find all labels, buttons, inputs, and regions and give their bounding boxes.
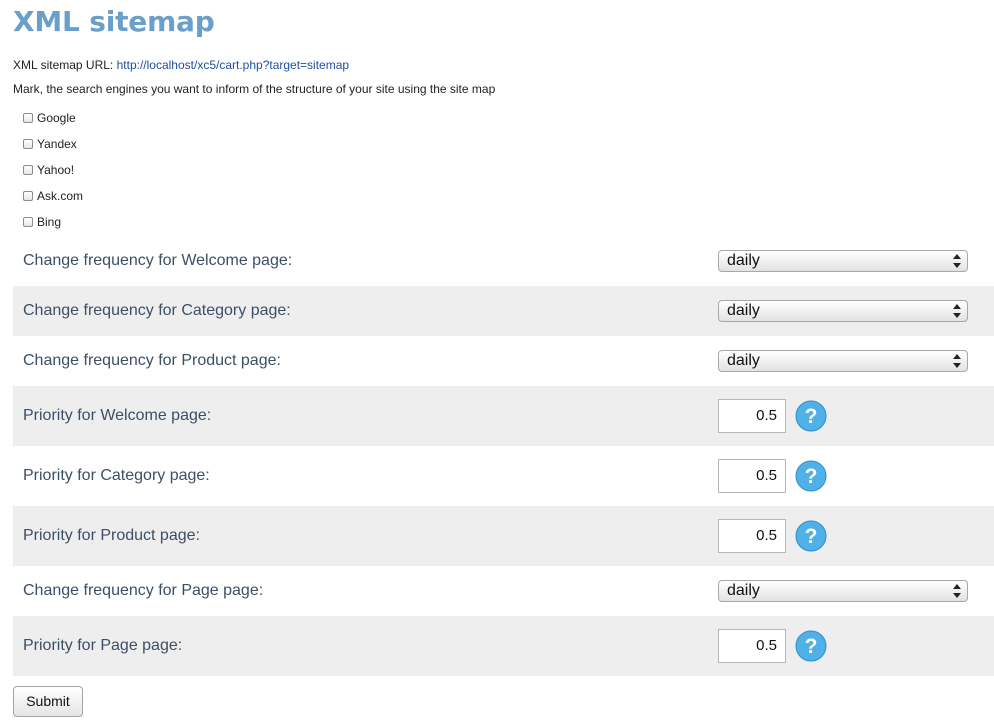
sitemap-url-line: XML sitemap URL: http://localhost/xc5/ca…	[13, 58, 349, 72]
ask-checkbox[interactable]	[23, 191, 33, 201]
setting-label: Priority for Welcome page:	[23, 407, 212, 424]
setting-label: Change frequency for Category page:	[23, 302, 291, 319]
product-frequency-select[interactable]: daily	[718, 350, 968, 372]
engine-yahoo[interactable]: Yahoo!	[23, 157, 83, 183]
yandex-checkbox[interactable]	[23, 139, 33, 149]
engine-label: Yandex	[37, 137, 77, 151]
svg-text:?: ?	[805, 635, 818, 658]
svg-text:?: ?	[805, 405, 818, 428]
setting-label: Priority for Product page:	[23, 527, 200, 544]
page-title: XML sitemap	[13, 5, 215, 38]
select-value: daily	[727, 352, 760, 369]
settings-row-welcome-frequency: Change frequency for Welcome page: daily	[13, 236, 994, 286]
settings-row-product-priority: Priority for Product page: 0.5 ?	[13, 506, 994, 566]
page-priority-input[interactable]: 0.5	[718, 629, 786, 663]
select-arrows-icon	[953, 354, 961, 368]
engine-bing[interactable]: Bing	[23, 209, 83, 235]
select-arrows-icon	[953, 254, 961, 268]
search-engine-list: Google Yandex Yahoo! Ask.com Bing	[23, 105, 83, 235]
category-priority-input[interactable]: 0.5	[718, 459, 786, 493]
yahoo-checkbox[interactable]	[23, 165, 33, 175]
engine-label: Google	[37, 111, 76, 125]
engine-google[interactable]: Google	[23, 105, 83, 131]
engine-label: Ask.com	[37, 189, 84, 203]
welcome-frequency-select[interactable]: daily	[718, 250, 968, 272]
select-arrows-icon	[953, 584, 961, 598]
setting-label: Priority for Page page:	[23, 637, 183, 654]
settings-row-page-frequency: Change frequency for Page page: daily	[13, 566, 994, 616]
engine-label: Yahoo!	[37, 163, 75, 177]
question-icon[interactable]: ?	[795, 400, 827, 432]
welcome-priority-input[interactable]: 0.5	[718, 399, 786, 433]
google-checkbox[interactable]	[23, 113, 33, 123]
page-frequency-select[interactable]: daily	[718, 580, 968, 602]
select-value: daily	[727, 302, 760, 319]
settings-row-category-frequency: Change frequency for Category page: dail…	[13, 286, 994, 336]
setting-label: Change frequency for Product page:	[23, 352, 281, 369]
settings-row-welcome-priority: Priority for Welcome page: 0.5 ?	[13, 386, 994, 446]
setting-label: Change frequency for Page page:	[23, 582, 264, 599]
search-engines-instructions: Mark, the search engines you want to inf…	[13, 82, 496, 96]
setting-label: Change frequency for Welcome page:	[23, 252, 293, 269]
settings-row-category-priority: Priority for Category page: 0.5 ?	[13, 446, 994, 506]
product-priority-input[interactable]: 0.5	[718, 519, 786, 553]
submit-button[interactable]: Submit	[13, 686, 83, 717]
sitemap-url-label: XML sitemap URL:	[13, 58, 114, 72]
select-value: daily	[727, 252, 760, 269]
select-arrows-icon	[953, 304, 961, 318]
select-value: daily	[727, 582, 760, 599]
settings-row-product-frequency: Change frequency for Product page: daily	[13, 336, 994, 386]
sitemap-settings: Change frequency for Welcome page: daily…	[13, 236, 994, 676]
svg-text:?: ?	[805, 525, 818, 548]
category-frequency-select[interactable]: daily	[718, 300, 968, 322]
sitemap-url-link[interactable]: http://localhost/xc5/cart.php?target=sit…	[117, 58, 349, 72]
svg-text:?: ?	[805, 465, 818, 488]
engine-ask[interactable]: Ask.com	[23, 183, 83, 209]
question-icon[interactable]: ?	[795, 460, 827, 492]
bing-checkbox[interactable]	[23, 217, 33, 227]
settings-row-page-priority: Priority for Page page: 0.5 ?	[13, 616, 994, 676]
question-icon[interactable]: ?	[795, 520, 827, 552]
question-icon[interactable]: ?	[795, 630, 827, 662]
setting-label: Priority for Category page:	[23, 467, 210, 484]
engine-yandex[interactable]: Yandex	[23, 131, 83, 157]
engine-label: Bing	[37, 215, 62, 229]
